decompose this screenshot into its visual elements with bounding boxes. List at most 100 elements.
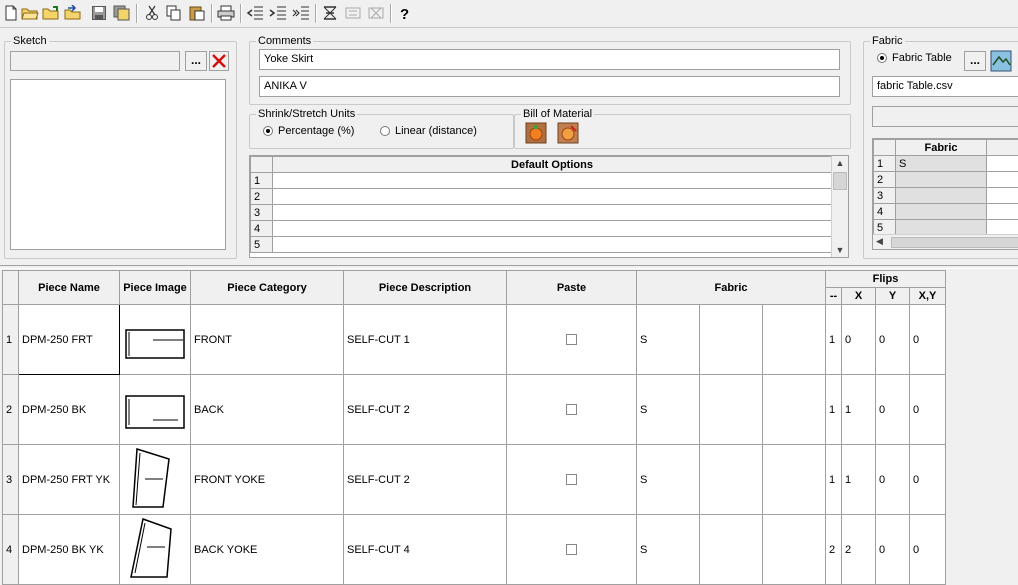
fabric-cell-extra[interactable] [986, 171, 1018, 188]
default-options-cell[interactable] [272, 204, 832, 221]
cut-icon[interactable] [143, 4, 161, 22]
fabric-cell-extra[interactable] [986, 155, 1018, 172]
paste-checkbox[interactable] [566, 544, 577, 555]
piece-image-cell[interactable] [119, 514, 191, 585]
fabric-cell-2[interactable] [699, 374, 763, 445]
table-row[interactable]: 4 DPM-250 BK YK BACK YOKE SELF-CUT 4 S 2… [2, 514, 946, 585]
indent-more-icon[interactable] [292, 4, 310, 22]
flip-xy-cell[interactable]: 0 [909, 444, 946, 515]
flip-x-cell[interactable]: 0 [841, 304, 876, 375]
sketch-clear-button[interactable] [209, 51, 229, 71]
fabric-cell[interactable]: S [895, 155, 987, 172]
fabric-cell[interactable]: S [636, 444, 700, 515]
flip-x-header[interactable]: X [841, 287, 876, 305]
table-row[interactable]: 1 DPM-250 FRT FRONT SELF-CUT 1 S 1 0 0 0 [2, 304, 946, 375]
indent-right-icon[interactable] [269, 4, 287, 22]
fabric-cell[interactable] [895, 171, 987, 188]
fabric-header[interactable]: Fabric [636, 270, 826, 305]
fabric-cell-3[interactable] [762, 514, 826, 585]
fabric-cell-extra[interactable] [986, 203, 1018, 220]
paste-icon[interactable] [188, 4, 206, 22]
flip-y-cell[interactable]: 0 [875, 374, 910, 445]
bom-open-button[interactable] [525, 122, 547, 144]
flip-dash-cell[interactable]: 2 [825, 514, 842, 585]
fabric-cell[interactable]: S [636, 514, 700, 585]
fabric-cell[interactable] [895, 187, 987, 204]
fabric-cell-2[interactable] [699, 514, 763, 585]
bom-edit-button[interactable] [557, 122, 579, 144]
flip-dash-cell[interactable]: 1 [825, 304, 842, 375]
flip-xy-header[interactable]: X,Y [909, 287, 946, 305]
table-row[interactable]: 2 DPM-250 BK BACK SELF-CUT 2 S 1 1 0 0 [2, 374, 946, 445]
default-options-scrollbar[interactable]: ▲ ▼ [831, 156, 848, 257]
piece-description-header[interactable]: Piece Description [343, 270, 507, 305]
piece-description-cell[interactable]: SELF-CUT 2 [343, 444, 507, 515]
pieces-grid[interactable]: Piece Name Piece Image Piece Category Pi… [2, 270, 946, 585]
help-icon[interactable]: ? [396, 4, 414, 22]
paste-checkbox[interactable] [566, 334, 577, 345]
indent-left-icon[interactable] [246, 4, 264, 22]
piece-description-cell[interactable]: SELF-CUT 4 [343, 514, 507, 585]
sketch-preview[interactable] [10, 79, 226, 250]
flip-y-header[interactable]: Y [875, 287, 910, 305]
fabric-cell[interactable]: S [636, 304, 700, 375]
fabric-cell-3[interactable] [762, 444, 826, 515]
flip-xy-cell[interactable]: 0 [909, 374, 946, 445]
scroll-thumb[interactable] [833, 172, 847, 190]
open-icon[interactable] [42, 4, 60, 22]
paste-checkbox[interactable] [566, 404, 577, 415]
sketch-browse-button[interactable]: ... [185, 51, 207, 71]
piece-category-cell[interactable]: BACK [190, 374, 344, 445]
scroll-left-icon[interactable]: ◀ [873, 236, 883, 246]
piece-name-header[interactable]: Piece Name [18, 270, 120, 305]
piece-category-cell[interactable]: FRONT [190, 304, 344, 375]
default-options-cell[interactable] [272, 220, 832, 237]
paste-checkbox[interactable] [566, 474, 577, 485]
default-options-cell[interactable] [272, 236, 832, 253]
table-row[interactable]: 3 DPM-250 FRT YK FRONT YOKE SELF-CUT 2 S… [2, 444, 946, 515]
new-file-icon[interactable] [2, 4, 20, 22]
comments-line2-field[interactable]: ANIKA V [259, 76, 840, 97]
scroll-up-icon[interactable]: ▲ [832, 156, 848, 170]
piece-image-cell[interactable] [119, 304, 191, 375]
fabric-file-field[interactable]: fabric Table.csv [872, 76, 1018, 97]
fabric-grid-hscrollbar[interactable]: ◀ [873, 234, 1018, 249]
default-options-cell[interactable] [272, 172, 832, 189]
flip-dash-cell[interactable]: 1 [825, 374, 842, 445]
fabric-table-button[interactable] [990, 50, 1012, 72]
paste-header[interactable]: Paste [506, 270, 637, 305]
sort-icon[interactable] [321, 4, 339, 22]
save-icon[interactable] [90, 4, 108, 22]
flip-y-cell[interactable]: 0 [875, 444, 910, 515]
flip-x-cell[interactable]: 1 [841, 444, 876, 515]
flip-y-cell[interactable]: 0 [875, 304, 910, 375]
print-icon[interactable] [217, 4, 235, 22]
flip-x-cell[interactable]: 1 [841, 374, 876, 445]
shrink-linear-radio[interactable]: Linear (distance) [380, 125, 477, 137]
flip-dash-header[interactable]: -- [825, 287, 842, 305]
piece-image-cell[interactable] [119, 444, 191, 515]
paste-cell[interactable] [506, 304, 637, 375]
piece-category-cell[interactable]: BACK YOKE [190, 514, 344, 585]
fabric-browse-button[interactable]: ... [964, 51, 986, 71]
comments-line1-field[interactable]: Yoke Skirt [259, 49, 840, 70]
piece-name-cell[interactable]: DPM-250 BK YK [18, 514, 120, 585]
fabric-cell[interactable]: S [636, 374, 700, 445]
scroll-thumb[interactable] [891, 237, 1018, 248]
piece-description-cell[interactable]: SELF-CUT 1 [343, 304, 507, 375]
default-options-header[interactable]: Default Options [272, 156, 832, 173]
fabric-cell-3[interactable] [762, 374, 826, 445]
piece-category-header[interactable]: Piece Category [190, 270, 344, 305]
flip-dash-cell[interactable]: 1 [825, 444, 842, 515]
open-folder-icon[interactable] [21, 4, 39, 22]
flip-xy-cell[interactable]: 0 [909, 514, 946, 585]
paste-cell[interactable] [506, 444, 637, 515]
fabric-cell-2[interactable] [699, 444, 763, 515]
piece-name-cell[interactable]: DPM-250 BK [18, 374, 120, 445]
fabric-cell-3[interactable] [762, 304, 826, 375]
fabric-grid-header[interactable]: Fabric [895, 139, 987, 156]
piece-category-cell[interactable]: FRONT YOKE [190, 444, 344, 515]
save-all-icon[interactable] [113, 4, 131, 22]
piece-name-cell[interactable]: DPM-250 FRT [18, 304, 120, 375]
flip-y-cell[interactable]: 0 [875, 514, 910, 585]
